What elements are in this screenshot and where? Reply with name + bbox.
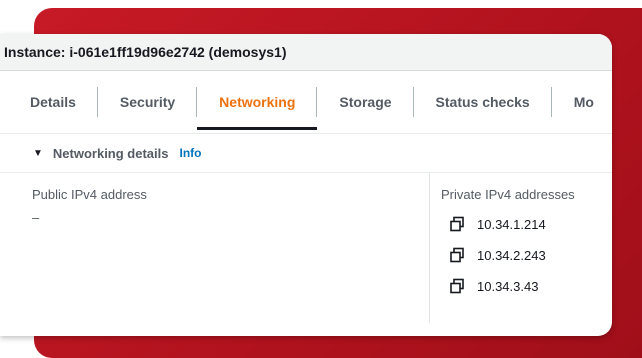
- private-ip-row: 10.34.1.214: [441, 215, 575, 233]
- tab-status-checks[interactable]: Status checks: [414, 71, 552, 133]
- public-ipv4-value: –: [32, 210, 40, 225]
- private-ip-value: 10.34.2.243: [477, 247, 546, 263]
- private-ip-value: 10.34.3.43: [477, 278, 539, 294]
- private-ip-row: 10.34.2.243: [441, 246, 575, 264]
- private-ip-value: 10.34.1.214: [477, 216, 546, 232]
- private-ipv4-label: Private IPv4 addresses: [441, 187, 575, 202]
- active-tab-indicator: [197, 127, 318, 130]
- tab-details-label: Details: [30, 94, 76, 110]
- instance-title-bar: Instance: i-061e1ff19d96e2742 (demosys1): [0, 34, 612, 71]
- copy-icon[interactable]: [449, 278, 465, 294]
- instance-details-panel: Instance: i-061e1ff19d96e2742 (demosys1)…: [0, 34, 612, 336]
- tab-security[interactable]: Security: [98, 71, 198, 133]
- copy-icon[interactable]: [449, 247, 465, 263]
- tab-networking-label: Networking: [219, 94, 296, 110]
- networking-details-body: Public IPv4 address – Private IPv4 addre…: [0, 173, 612, 323]
- tab-status-checks-label: Status checks: [435, 94, 530, 110]
- public-ipv4-field: Public IPv4 address –: [32, 187, 422, 225]
- networking-details-header[interactable]: ▼ Networking details Info: [0, 134, 612, 173]
- instance-title: Instance: i-061e1ff19d96e2742 (demosys1): [4, 44, 287, 60]
- tab-details[interactable]: Details: [0, 71, 98, 133]
- tab-security-label: Security: [119, 94, 176, 110]
- info-link[interactable]: Info: [179, 146, 201, 160]
- caret-down-icon[interactable]: ▼: [33, 148, 43, 159]
- tab-networking[interactable]: Networking: [197, 71, 318, 133]
- tab-monitoring-label: Mo: [573, 94, 594, 110]
- tab-monitoring[interactable]: Mo: [552, 71, 612, 133]
- private-ipv4-field: Private IPv4 addresses 10.34.1.214 10.34…: [441, 187, 575, 295]
- column-divider: [429, 173, 430, 323]
- tab-storage[interactable]: Storage: [317, 71, 414, 133]
- tab-storage-label: Storage: [339, 94, 392, 110]
- public-ipv4-label: Public IPv4 address: [32, 187, 147, 202]
- private-ip-row: 10.34.3.43: [441, 277, 575, 295]
- tab-bar: Details Security Networking Storage Stat…: [0, 71, 612, 134]
- copy-icon[interactable]: [449, 216, 465, 232]
- section-title: Networking details: [52, 145, 169, 161]
